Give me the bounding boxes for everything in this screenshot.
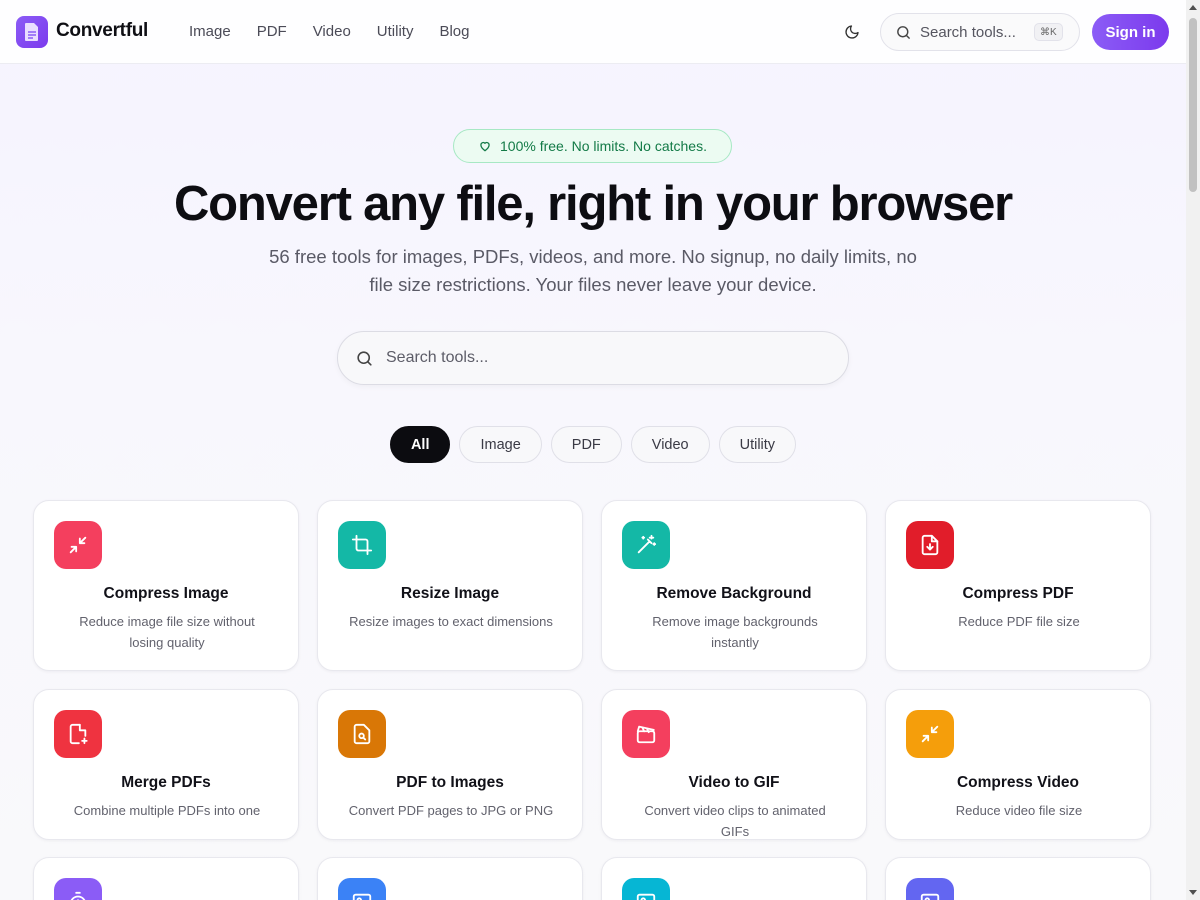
tool-title: PDF to Images — [396, 774, 504, 791]
heart-icon — [480, 141, 490, 152]
tool-icon-tile — [338, 710, 386, 758]
tool-description: Reduce image file size without losing qu… — [79, 614, 255, 650]
filter-utility[interactable]: Utility — [718, 426, 797, 463]
free-badge-text: 100% free. No limits. No catches. — [500, 138, 707, 154]
nav-video[interactable]: Video — [313, 23, 351, 40]
tool-description: Convert video clips to animated GIFs — [644, 803, 826, 839]
compress-arrows-icon — [921, 725, 939, 743]
logo-icon[interactable] — [16, 16, 48, 48]
compress-arrows-icon — [69, 536, 87, 554]
tool-card[interactable] — [601, 857, 867, 900]
tool-description: Reduce video file size — [955, 803, 1083, 818]
scrollbar-thumb[interactable] — [1189, 18, 1197, 192]
search-icon — [897, 26, 910, 39]
tool-title: Compress Video — [956, 774, 1080, 791]
tool-icon-tile — [906, 521, 954, 569]
nav-blog[interactable]: Blog — [439, 23, 469, 40]
file-plus-icon — [69, 723, 88, 745]
scroll-up-arrow-icon[interactable] — [1189, 5, 1197, 10]
tool-icon-tile — [622, 521, 670, 569]
tool-icon-tile — [622, 878, 670, 900]
tool-search-input[interactable] — [386, 332, 826, 384]
tool-description: Reduce PDF file size — [958, 614, 1080, 629]
image-icon — [920, 893, 940, 900]
tool-card-compress-pdf[interactable]: Compress PDF Reduce PDF file size — [885, 500, 1151, 671]
filter-pdf[interactable]: PDF — [550, 426, 622, 463]
page-scrollbar[interactable] — [1186, 0, 1200, 900]
file-search-icon — [353, 723, 371, 745]
tool-card-merge-pdfs[interactable]: Merge PDFs Combine multiple PDFs into on… — [33, 689, 299, 840]
tool-card-compress-video[interactable]: Compress Video Reduce video file size — [885, 689, 1151, 840]
tool-card[interactable] — [317, 857, 583, 900]
tool-card[interactable] — [33, 857, 299, 900]
tool-icon-tile — [54, 521, 102, 569]
top-header: Convertful Image PDF Video Utility Blog … — [0, 0, 1186, 64]
dark-mode-toggle[interactable] — [840, 20, 864, 44]
tool-search — [337, 331, 849, 385]
tool-card[interactable] — [885, 857, 1151, 900]
tool-title: Resize Image — [400, 585, 500, 602]
tool-icon-tile — [622, 710, 670, 758]
scroll-down-arrow-icon[interactable] — [1189, 890, 1197, 895]
image-icon — [352, 893, 372, 900]
tool-description: Resize images to exact dimensions — [349, 614, 553, 629]
moon-icon — [845, 25, 859, 39]
header-search-placeholder: Search tools... — [920, 24, 1016, 41]
page-title: Convert any file, right in your browser — [173, 177, 1013, 231]
tool-description: Remove image backgrounds instantly — [652, 614, 818, 650]
hero-subtitle-line-1: 56 free tools for images, PDFs, videos, … — [269, 246, 917, 267]
nav-image[interactable]: Image — [189, 23, 231, 40]
main-nav: Image PDF Video Utility Blog — [189, 23, 496, 40]
file-download-icon — [921, 534, 939, 556]
crop-icon — [351, 534, 373, 556]
brand-name[interactable]: Convertful — [56, 20, 148, 42]
nav-pdf[interactable]: PDF — [257, 23, 287, 40]
timer-icon — [70, 891, 86, 900]
tool-card-resize-image[interactable]: Resize Image Resize images to exact dime… — [317, 500, 583, 671]
tool-icon-tile — [338, 521, 386, 569]
tool-icon-tile — [338, 878, 386, 900]
tool-title: Remove Background — [656, 585, 812, 602]
hero-subtitle: 56 free tools for images, PDFs, videos, … — [243, 243, 943, 299]
tool-title: Merge PDFs — [121, 774, 211, 791]
tool-description: Convert PDF pages to JPG or PNG — [348, 803, 554, 818]
hero-subtitle-line-2: file size restrictions. Your files never… — [369, 274, 817, 295]
tool-title: Compress Image — [103, 585, 229, 602]
image-icon — [636, 893, 656, 900]
magic-wand-icon — [637, 534, 657, 554]
search-icon — [357, 351, 372, 366]
tool-title: Video to GIF — [688, 774, 780, 791]
filter-image[interactable]: Image — [459, 426, 542, 463]
tool-card-compress-image[interactable]: Compress Image Reduce image file size wi… — [33, 500, 299, 671]
search-shortcut: ⌘K — [1034, 23, 1063, 41]
free-badge: 100% free. No limits. No catches. — [453, 129, 732, 163]
tool-card-video-to-gif[interactable]: Video to GIF Convert video clips to anim… — [601, 689, 867, 840]
filter-all[interactable]: All — [389, 426, 451, 463]
tool-icon-tile — [906, 878, 954, 900]
tool-icon-tile — [54, 710, 102, 758]
tool-card-remove-background[interactable]: Remove Background Remove image backgroun… — [601, 500, 867, 671]
tool-card-pdf-to-images[interactable]: PDF to Images Convert PDF pages to JPG o… — [317, 689, 583, 840]
category-filters: All Image PDF Video Utility — [0, 426, 1186, 463]
tool-icon-tile — [54, 878, 102, 900]
tool-title: Compress PDF — [962, 585, 1074, 602]
tool-description: Combine multiple PDFs into one — [73, 803, 261, 818]
filter-video[interactable]: Video — [630, 426, 710, 463]
clapperboard-icon — [636, 725, 656, 744]
header-search[interactable]: Search tools... ⌘K — [880, 13, 1080, 51]
nav-utility[interactable]: Utility — [377, 23, 414, 40]
tool-icon-tile — [906, 710, 954, 758]
sign-in-button[interactable]: Sign in — [1092, 14, 1169, 50]
